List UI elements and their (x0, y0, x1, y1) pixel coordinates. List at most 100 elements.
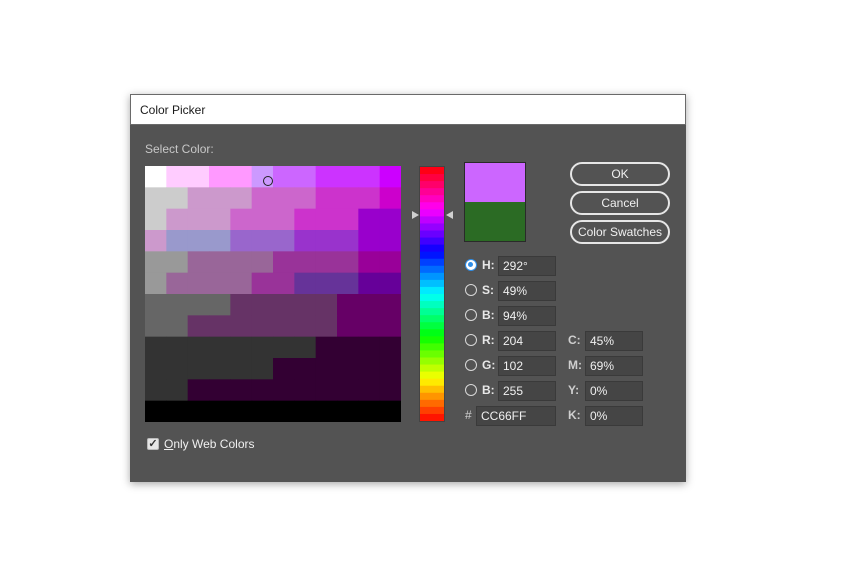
black-label: K: (568, 408, 581, 422)
color-field-cell (230, 230, 253, 252)
magenta-field[interactable]: 69% (585, 356, 643, 376)
hue-strip-band (420, 230, 444, 239)
current-color-swatch[interactable] (465, 202, 525, 241)
hue-strip-band (420, 371, 444, 380)
color-field-cell (145, 272, 167, 295)
hue-slider-left-arrow-icon[interactable] (412, 211, 419, 219)
color-field-cell (273, 379, 295, 402)
color-picker-dialog: Color Picker Select Color: OK Cancel Col… (130, 94, 686, 482)
color-field-cell (145, 251, 167, 274)
color-field-cursor[interactable] (263, 176, 273, 186)
brightness-label: B: (482, 308, 495, 322)
hue-strip-band (420, 343, 444, 351)
color-field-cell (251, 187, 274, 210)
color-field-cell (166, 315, 189, 338)
color-field-cell (294, 379, 317, 402)
hue-field[interactable]: 292° (498, 256, 556, 276)
color-field-cell (358, 336, 381, 359)
color-field-cell (166, 400, 189, 422)
color-field-cell (187, 336, 210, 359)
color-field-cell (209, 208, 231, 231)
red-field[interactable]: 204 (498, 331, 556, 351)
color-field-cell (209, 294, 231, 316)
color-field-cell (273, 166, 295, 188)
color-field-cell (230, 251, 253, 274)
color-field-cell (145, 379, 167, 402)
color-field-canvas (145, 166, 401, 422)
brightness-field[interactable]: 94% (498, 306, 556, 326)
hue-strip-band (420, 279, 444, 288)
blue-field[interactable]: 255 (498, 381, 556, 401)
yellow-field[interactable]: 0% (585, 381, 643, 401)
hue-strip-band (420, 301, 444, 309)
color-field-cell (187, 251, 210, 274)
color-field-cell (358, 187, 381, 210)
color-field-cell (337, 294, 359, 316)
new-color-swatch (465, 163, 525, 202)
color-field-cell (251, 379, 274, 402)
color-field-cell (358, 208, 381, 231)
hue-strip-band (420, 216, 444, 224)
saturation-radio[interactable] (465, 284, 477, 296)
web-colors-label[interactable]: Only Web Colors (164, 437, 254, 451)
title-bar[interactable]: Color Picker (130, 94, 686, 125)
hue-strip-band (420, 385, 444, 394)
hue-strip-band (420, 286, 444, 295)
color-field-cell (166, 272, 189, 295)
ok-button[interactable]: OK (570, 162, 670, 186)
hue-strip-band (420, 413, 444, 421)
blue-radio[interactable] (465, 384, 477, 396)
green-field[interactable]: 102 (498, 356, 556, 376)
color-field-cell (379, 230, 401, 252)
black-field[interactable]: 0% (585, 406, 643, 426)
hue-strip-band (420, 244, 444, 253)
color-field-cell (294, 358, 317, 380)
hue-strip-band (420, 308, 444, 316)
hue-strip-band (420, 294, 444, 302)
color-field-cell (187, 166, 210, 188)
color-field-cell (315, 336, 338, 359)
brightness-radio[interactable] (465, 309, 477, 321)
color-field-cell (294, 400, 317, 422)
red-radio[interactable] (465, 334, 477, 346)
saturation-field[interactable]: 49% (498, 281, 556, 301)
color-field-cell (315, 251, 338, 274)
color-field-cell (209, 379, 231, 402)
color-field-cell (251, 272, 274, 295)
hue-strip-band (420, 329, 444, 337)
hue-radio[interactable] (465, 259, 477, 271)
color-field-cell (209, 230, 231, 252)
cyan-field[interactable]: 45% (585, 331, 643, 351)
color-field-cell (379, 315, 401, 338)
hue-strip-band (420, 378, 444, 387)
color-field-cell (145, 166, 167, 188)
color-field-cell (379, 272, 401, 295)
color-swatches-button[interactable]: Color Swatches (570, 220, 670, 244)
color-field-cell (251, 400, 274, 422)
color-field-cell (337, 208, 359, 231)
color-field-cell (166, 187, 189, 210)
color-field-cell (358, 400, 381, 422)
color-field-cell (273, 358, 295, 380)
cancel-button[interactable]: Cancel (570, 191, 670, 215)
hue-strip-band (420, 315, 444, 323)
hue-strip-band (420, 237, 444, 246)
green-radio[interactable] (465, 359, 477, 371)
hue-slider[interactable] (419, 166, 445, 422)
color-field-cell (145, 400, 167, 422)
color-field-cell (166, 358, 189, 380)
color-field-cell (294, 336, 317, 359)
hue-strip-band (420, 258, 444, 267)
color-field-cell (166, 294, 189, 316)
hex-field[interactable]: CC66FF (476, 406, 556, 426)
color-field-cell (187, 208, 210, 231)
color-field-cell (187, 272, 210, 295)
color-field-cell (251, 208, 274, 231)
hue-slider-right-arrow-icon[interactable] (446, 211, 453, 219)
color-field[interactable] (145, 166, 401, 422)
web-colors-checkbox[interactable]: ✓ (147, 438, 159, 450)
saturation-label: S: (482, 283, 494, 297)
color-field-cell (230, 166, 253, 188)
color-field-cell (145, 336, 167, 359)
color-field-cell (166, 208, 189, 231)
